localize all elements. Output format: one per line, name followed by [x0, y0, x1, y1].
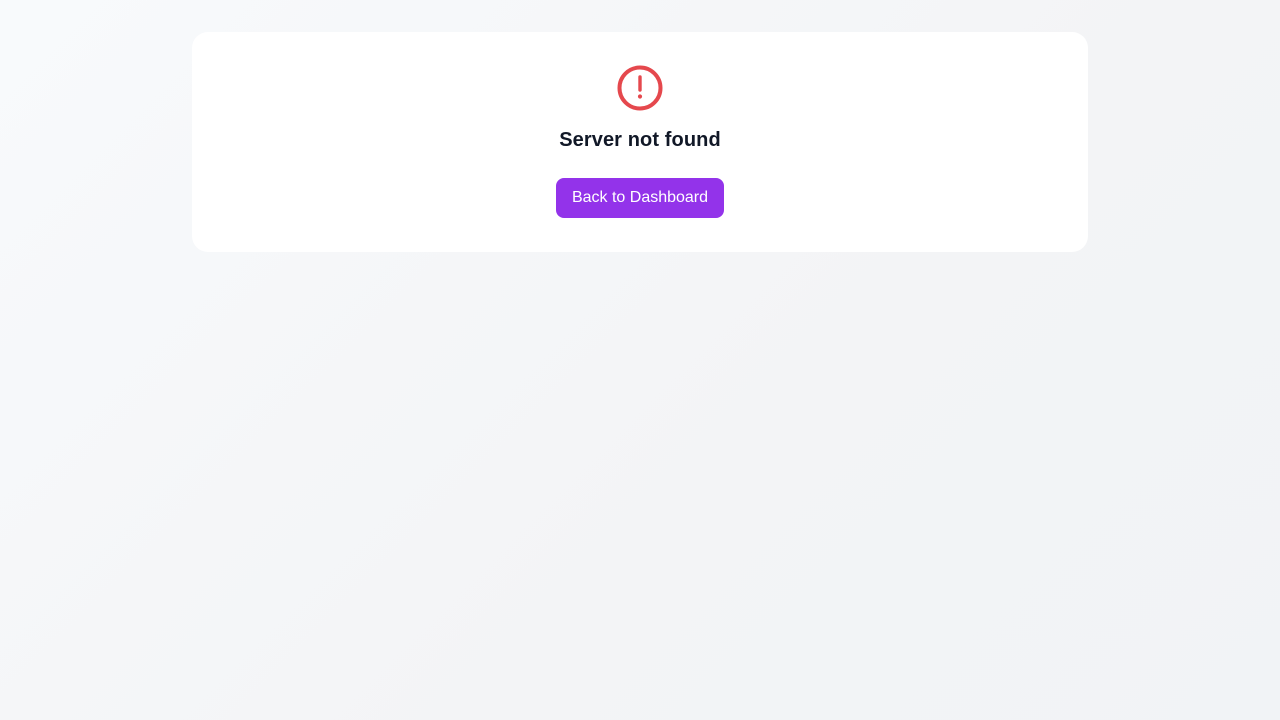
back-to-dashboard-button[interactable]: Back to Dashboard	[555, 178, 725, 218]
alert-circle-icon	[617, 65, 663, 111]
error-title: Server not found	[559, 129, 721, 151]
error-card: Server not found Back to Dashboard	[192, 32, 1088, 252]
